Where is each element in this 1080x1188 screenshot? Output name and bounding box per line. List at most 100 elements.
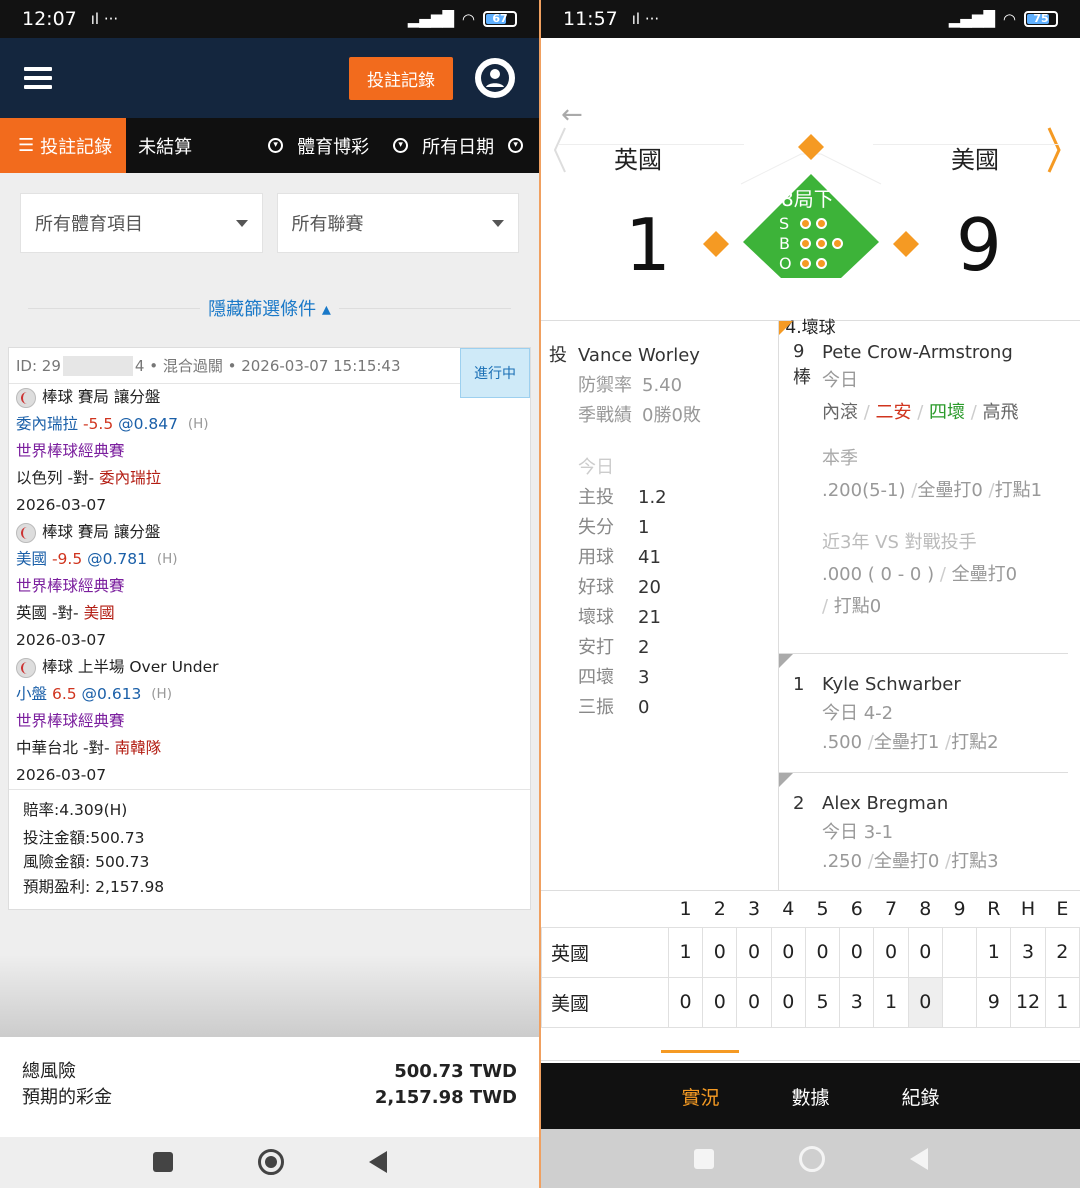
pitcher-batter-panel: 投 Vance Worley 防禦率 5.40 季戰績 0勝0敗 今日 主投 1.2 失分… — [541, 321, 1080, 891]
box-score-table: 1 2 3 4 5 6 7 8 9 R H E 英國 1 0 0 0 0 0 0 0 1 3 2 美國 0 0 0 0 5 3 1 0 9 12 1 — [541, 891, 1080, 1028]
leg-teams: 以色列 -對- 委內瑞拉 — [16, 469, 162, 487]
today-results: 內滾 / 二安 / 四壞 / 高飛 — [822, 402, 1019, 423]
inning-score: 0 — [667, 976, 704, 1028]
hide-filters: 隱藏篩選條件 ▴ — [0, 273, 539, 343]
next-batter: 2 Alex Bregman 今日 3-1 .250 /全壘打0 /打點3 — [779, 773, 1068, 891]
inning-header: 4 — [782, 897, 795, 920]
inning-score: 0 — [839, 926, 875, 978]
inning-score: 0 — [770, 976, 806, 1028]
sport-select[interactable]: 所有體育項目 — [20, 193, 263, 253]
table-row: 英國 1 0 0 0 0 0 0 0 1 3 2 — [541, 926, 1080, 978]
baseball-icon — [16, 387, 36, 408]
pitcher-stat-row: 失分 1 — [578, 517, 650, 538]
hide-filters-link[interactable]: 隱藏篩選條件 ▴ — [200, 295, 339, 321]
pitcher-name: Vance Worley — [578, 345, 700, 366]
prev-game-icon[interactable] — [553, 126, 567, 174]
leg-market: 棒球 賽局 讓分盤 — [16, 519, 523, 546]
inning-header: 8 — [919, 897, 932, 920]
home-icon[interactable] — [798, 1145, 825, 1172]
recents-icon[interactable] — [152, 1152, 173, 1172]
leg-teams: 中華台北 -對- 南韓隊 — [16, 739, 162, 757]
tab-sports[interactable]: ▾ 體育博彩 — [256, 118, 381, 173]
app-header: 投註記錄 — [0, 38, 539, 118]
count-display: SBO — [779, 214, 843, 274]
inning-score: 0 — [907, 926, 943, 978]
pitcher-stat-row: 好球 20 — [578, 577, 661, 598]
bet-record-button[interactable]: 投註記錄 — [349, 56, 453, 100]
inning-score: 3 — [1010, 926, 1046, 978]
box-score: 1 2 3 4 5 6 7 8 9 R H E 英國 1 0 0 0 0 0 0 0 1 3 2 美國 0 0 0 0 5 3 1 0 9 12 1 — [541, 891, 1080, 1061]
tab-live[interactable]: 實況 — [661, 1049, 740, 1110]
away-team: 英國 — [614, 146, 662, 174]
status-icons: ıl ··· — [631, 10, 660, 28]
back-icon[interactable] — [368, 1151, 387, 1173]
inning-score: 1 — [873, 976, 909, 1028]
inning-score: 0 — [702, 976, 738, 1028]
leg-teams: 英國 -對- 美國 — [16, 604, 115, 622]
batter-name: Kyle Schwarber — [822, 674, 961, 695]
bet-summary: 賠率:4.309(H) 投注金額:500.73 風險金額: 500.73 預期盈… — [9, 789, 530, 909]
league-select[interactable]: 所有聯賽 — [276, 193, 519, 253]
inning-score: 0 — [702, 926, 738, 978]
inning-score: 1 — [667, 926, 704, 978]
inning-header: 2 — [713, 897, 726, 920]
chevron-down-icon: ▾ — [508, 138, 524, 153]
batter-panel: 9棒 Pete Crow-Armstrong 今日 內滾 / 二安 / 四壞 /… — [779, 321, 1080, 890]
bet-legs: 棒球 賽局 讓分盤 委內瑞拉 -5.5 @0.847 (H) 世界棒球經典賽 以色列 … — [9, 384, 530, 789]
tab-record[interactable]: 紀錄 — [894, 1083, 948, 1110]
status-icons: ıl ··· — [90, 10, 119, 28]
system-nav — [541, 1129, 1080, 1188]
filter-row: 所有體育項目 所有聯賽 — [0, 173, 539, 253]
bottom-tabs: 實況 數據 紀錄 — [541, 1049, 1080, 1129]
pitcher-label: 投 — [549, 345, 567, 366]
inning-label: 8局下 — [781, 187, 834, 211]
inning-score: 5 — [804, 976, 841, 1028]
inning-score: 0 — [873, 926, 909, 978]
total-risk-value: 500.73 TWD — [394, 1061, 517, 1082]
leg-date: 2026-03-07 — [16, 496, 107, 514]
inning-score: 0 — [804, 926, 841, 978]
battery-icon: 67 — [483, 11, 517, 27]
tab-dates[interactable]: ▾ 所有日期 ▾ — [381, 118, 535, 173]
pitcher-stat-row: 三振 0 — [578, 697, 650, 718]
tab-unsettled[interactable]: 未結算 — [126, 118, 256, 173]
caret-down-icon — [235, 219, 248, 227]
wifi-icon: ◠ — [461, 10, 475, 28]
inning-score: 0 — [770, 926, 806, 978]
status-badge: 進行中 — [460, 348, 530, 398]
away-score: 1 — [625, 203, 671, 287]
tab-stats[interactable]: 數據 — [783, 1083, 837, 1110]
count-dot — [800, 258, 811, 269]
baseball-icon — [16, 657, 36, 678]
back-icon[interactable] — [909, 1147, 928, 1170]
pitcher-panel: 投 Vance Worley 防禦率 5.40 季戰績 0勝0敗 今日 主投 1.2 失分… — [541, 321, 779, 890]
batter-name: Pete Crow-Armstrong — [822, 342, 1013, 363]
recents-icon[interactable] — [693, 1148, 714, 1169]
leg-market: 棒球 上半場 Over Under — [16, 654, 523, 681]
next-game-icon[interactable] — [1047, 126, 1061, 174]
inning-score: 0 — [907, 976, 943, 1028]
odds-total: 賠率:4.309(H) — [23, 801, 128, 819]
inning-header: 9 — [953, 897, 966, 920]
count-dot — [816, 238, 827, 249]
leg-pick: 小盤 6.5 @0.613 (H) — [16, 685, 172, 703]
chevron-down-icon: ▾ — [268, 138, 284, 153]
pitcher-stats: 主投 1.2 失分 1 用球 41 好球 20 壞球 21 安打 2 四壞 3 三振 0 — [549, 483, 778, 723]
menu-icon[interactable] — [24, 62, 52, 94]
caret-down-icon — [492, 219, 504, 227]
inning-header: 5 — [816, 897, 829, 920]
count-dot — [800, 238, 811, 249]
home-team: 美國 — [951, 146, 999, 174]
tab-bet-record[interactable]: ☰ 投註記錄 — [0, 118, 127, 173]
user-icon[interactable] — [475, 58, 515, 98]
baseball-icon — [16, 522, 36, 543]
status-time: 12:07 — [22, 8, 77, 30]
left-phone: 12:07 ıl ··· ▂▄▆█ ◠ 67 投註記錄 ☰ 投註記錄 未結算 ▾ 體… — [0, 0, 539, 1188]
totals-panel: 總風險 500.73 TWD 預期的彩金 2,157.98 TWD — [0, 1037, 539, 1137]
inning-score: 1 — [976, 926, 1012, 978]
wifi-icon: ◠ — [1002, 10, 1016, 28]
home-icon[interactable] — [257, 1149, 284, 1175]
bet-id-line: ID: 29 4 • 混合過關 • 2026-03-07 15:15:43 進行… — [9, 348, 530, 398]
table-row: 美國 0 0 0 0 5 3 1 0 9 12 1 — [541, 976, 1080, 1028]
scoreboard: ← 英國 美國 1 9 8局下 SBO 4.壞球 — [541, 38, 1080, 338]
